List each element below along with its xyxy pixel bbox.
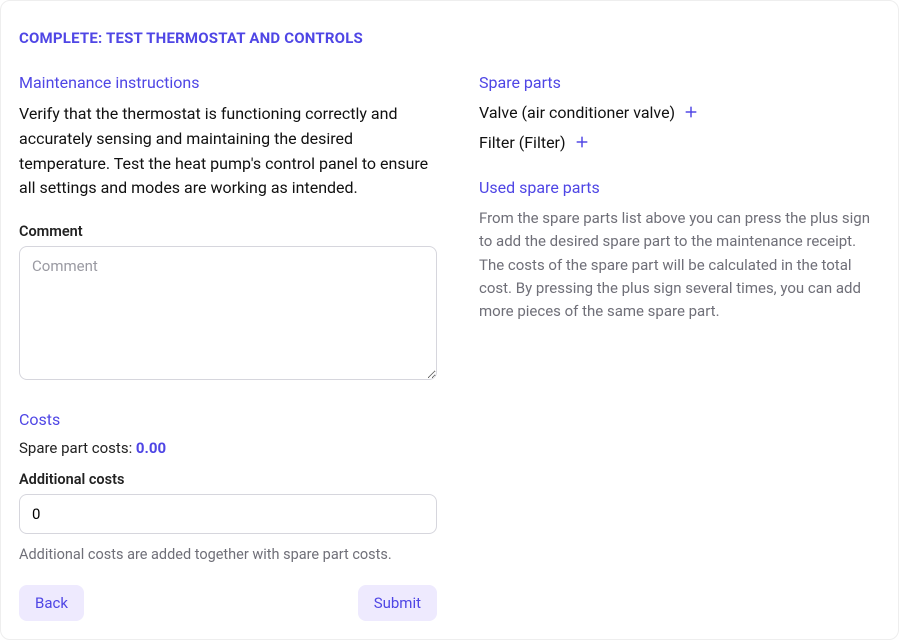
plus-icon[interactable] [572,132,592,152]
maintenance-complete-card: COMPLETE: TEST THERMOSTAT AND CONTROLS M… [0,0,899,640]
used-spare-parts-heading: Used spare parts [479,178,880,197]
spare-cost-label: Spare part costs: [19,439,136,457]
right-column: Spare parts Valve (air conditioner valve… [479,73,880,621]
costs-heading: Costs [19,410,437,429]
spare-part-item: Filter (Filter) [479,132,880,152]
instructions-heading: Maintenance instructions [19,73,437,92]
spare-cost-value: 0.00 [136,439,166,457]
columns: Maintenance instructions Verify that the… [19,73,880,621]
spare-part-label: Valve (air conditioner valve) [479,103,675,122]
page-title: COMPLETE: TEST THERMOSTAT AND CONTROLS [19,29,880,47]
comment-label: Comment [19,223,437,240]
submit-button[interactable]: Submit [358,585,437,621]
instructions-text: Verify that the thermostat is functionin… [19,102,437,201]
instructions-section: Maintenance instructions Verify that the… [19,73,437,201]
additional-costs-help: Additional costs are added together with… [19,546,437,563]
spare-parts-heading: Spare parts [479,73,880,92]
used-spare-parts-text: From the spare parts list above you can … [479,207,880,323]
spare-part-label: Filter (Filter) [479,133,566,152]
button-row: Back Submit [19,585,437,621]
spare-parts-list: Valve (air conditioner valve) Filter (Fi… [479,102,880,152]
costs-section: Costs Spare part costs: 0.00 Additional … [19,410,437,621]
additional-costs-label: Additional costs [19,471,437,488]
spare-parts-section: Spare parts Valve (air conditioner valve… [479,73,880,152]
plus-icon[interactable] [681,102,701,122]
comment-textarea[interactable] [19,246,437,380]
additional-costs-input[interactable] [19,494,437,534]
left-column: Maintenance instructions Verify that the… [19,73,437,621]
used-spare-parts-section: Used spare parts From the spare parts li… [479,178,880,323]
back-button[interactable]: Back [19,585,84,621]
comment-section: Comment [19,223,437,384]
spare-part-item: Valve (air conditioner valve) [479,102,880,122]
spare-cost-line: Spare part costs: 0.00 [19,439,437,457]
